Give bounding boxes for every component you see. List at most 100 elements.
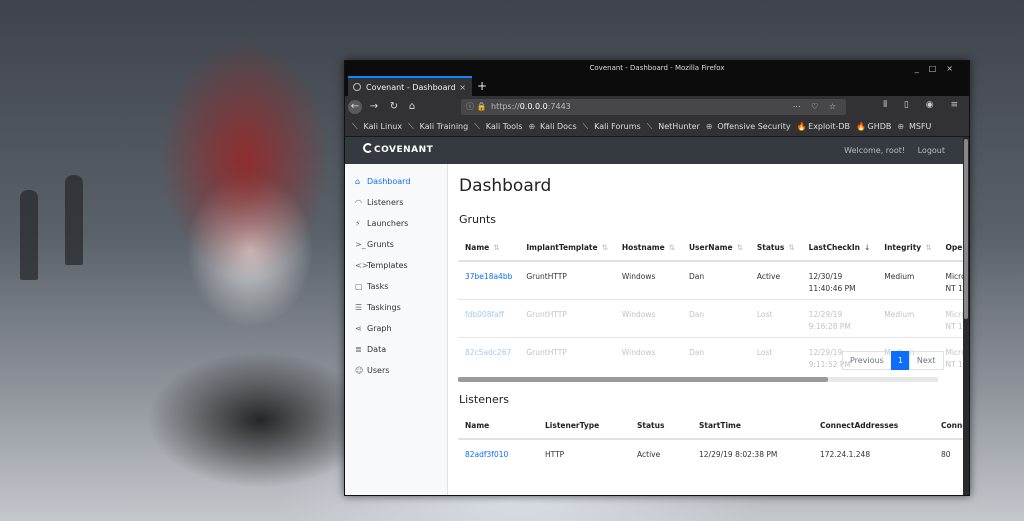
page-title: Dashboard bbox=[459, 176, 552, 196]
column-header-operat[interactable]: Operat bbox=[938, 234, 963, 262]
logout-link[interactable]: Logout bbox=[918, 146, 945, 155]
hostname-cell: Windows bbox=[614, 336, 682, 375]
connect-addresses-cell: 172.24.1.248 bbox=[813, 438, 934, 467]
column-header-listenertype[interactable]: ListenerType bbox=[538, 412, 630, 440]
users-icon: ☺ bbox=[355, 366, 364, 375]
sidebar-item-dashboard[interactable]: ⌂ Dashboard bbox=[345, 171, 447, 192]
grunt-link[interactable]: 37be18a4bb bbox=[465, 272, 512, 281]
grunts-horizontal-scrollbar[interactable] bbox=[458, 377, 938, 382]
tab-label: Covenant - Dashboard bbox=[366, 83, 456, 92]
column-header-connectport[interactable]: ConnectPort bbox=[934, 412, 963, 440]
reload-button[interactable]: ↻ bbox=[387, 100, 401, 114]
start-time-cell: 12/29/19 8:02:38 PM bbox=[692, 438, 813, 467]
column-header-name[interactable]: Name ⇅ bbox=[458, 234, 520, 262]
box-icon: ▢ bbox=[355, 282, 363, 291]
grunt-link[interactable]: fdb008faff bbox=[465, 310, 504, 319]
headphones-icon: ◠ bbox=[355, 198, 362, 207]
grunt-link[interactable]: 82c5adc267 bbox=[465, 348, 511, 357]
column-header-status[interactable]: Status bbox=[630, 412, 692, 440]
grunt-name-cell: 82c5adc267 bbox=[458, 336, 520, 375]
sidebar-item-label: Taskings bbox=[367, 303, 401, 312]
main-content: Dashboard Grunts Name ⇅ ImplantTemplate ⇅ Ho… bbox=[458, 164, 963, 495]
bookmark-offensive-security[interactable]: ⊕ Offensive Security bbox=[706, 118, 791, 136]
bookmark-nethunter[interactable]: ⟍ NetHunter bbox=[647, 118, 700, 136]
bookmark-msfu[interactable]: ⊕ MSFU bbox=[897, 118, 931, 136]
sort-icon: ⇅ bbox=[925, 242, 932, 252]
scrollbar-thumb[interactable] bbox=[964, 139, 968, 319]
column-header-status[interactable]: Status ⇅ bbox=[749, 234, 802, 262]
bookmark-kali-forums[interactable]: ⟍ Kali Forums bbox=[583, 118, 641, 136]
grunt-name-cell: 37be18a4bb bbox=[458, 260, 520, 299]
last-checkin-cell: 12/30/19 11:40:46 PM bbox=[801, 260, 878, 299]
sidebar-item-grunts[interactable]: >_Grunts bbox=[345, 234, 447, 255]
bookmark-kali-docs[interactable]: ⊕ Kali Docs bbox=[528, 118, 576, 136]
sidebar-item-tasks[interactable]: ▢ Tasks bbox=[345, 276, 447, 297]
bookmark-ghdb[interactable]: 🔥 GHDB bbox=[856, 118, 891, 136]
sidebar-item-graph[interactable]: ⋖ Graph bbox=[345, 318, 447, 339]
window-controls[interactable]: _□× bbox=[915, 61, 963, 76]
tab-covenant-dashboard[interactable]: Covenant - Dashboard × bbox=[348, 76, 472, 96]
listener-link[interactable]: 82adf3f010 bbox=[465, 450, 508, 459]
os-line: Micros bbox=[945, 347, 964, 357]
bookmark-exploit-db[interactable]: 🔥 Exploit-DB bbox=[797, 118, 850, 136]
sidebar-item-taskings[interactable]: ☰ Taskings bbox=[345, 297, 447, 318]
covenant-logo[interactable]: COVENANT bbox=[363, 143, 433, 158]
url-port: :7443 bbox=[547, 102, 571, 111]
forward-button[interactable]: → bbox=[367, 100, 381, 114]
column-header-integrity[interactable]: Integrity ⇅ bbox=[877, 234, 939, 262]
close-tab-icon[interactable]: × bbox=[459, 78, 466, 98]
listener-type-cell: HTTP bbox=[538, 438, 630, 467]
bookmark-kali-linux[interactable]: ⟍ Kali Linux bbox=[352, 118, 402, 136]
page-1-button[interactable]: 1 bbox=[890, 351, 910, 370]
url-bar[interactable]: ⓘ 🔒 https://0.0.0.0:7443 ⋯ ♡ ☆ bbox=[461, 99, 846, 115]
navigation-toolbar: ← → ↻ ⌂ ⓘ 🔒 https://0.0.0.0:7443 ⋯ ♡ ☆ ⫴… bbox=[345, 96, 969, 118]
checkin-time: 11:40:46 PM bbox=[808, 284, 856, 293]
column-header-connectaddresses[interactable]: ConnectAddresses bbox=[813, 412, 934, 440]
os-line: NT 10. bbox=[945, 359, 964, 369]
window-titlebar: Covenant - Dashboard - Mozilla Firefox _… bbox=[345, 61, 969, 76]
os-line: NT 10. bbox=[945, 284, 964, 293]
sidebar-item-data[interactable]: ≣ Data bbox=[345, 339, 447, 360]
sidebar-item-listeners[interactable]: ◠ Listeners bbox=[345, 192, 447, 213]
column-header-implanttemplate[interactable]: ImplantTemplate ⇅ bbox=[519, 234, 615, 262]
page-vertical-scrollbar[interactable] bbox=[963, 137, 969, 495]
integrity-cell: Medium bbox=[877, 260, 939, 299]
checkin-time: 9:16:28 PM bbox=[808, 321, 851, 331]
listeners-table: Name ListenerType Status StartTime ConnectAd… bbox=[458, 412, 963, 467]
os-line: Micros bbox=[945, 309, 964, 319]
database-icon: ≣ bbox=[355, 345, 362, 354]
integrity-cell: Medium bbox=[877, 298, 939, 337]
username-cell: Dan bbox=[681, 298, 750, 337]
bookmark-kali-tools[interactable]: ⟍ Kali Tools bbox=[474, 118, 522, 136]
sidebar-item-templates[interactable]: <>Templates bbox=[345, 255, 447, 276]
bookmark-label: MSFU bbox=[906, 122, 932, 131]
exploitdb-icon: 🔥 bbox=[856, 122, 866, 131]
page-actions-icons[interactable]: ⋯ ♡ ☆ bbox=[793, 99, 840, 115]
column-header-hostname[interactable]: Hostname ⇅ bbox=[614, 234, 682, 262]
bookmark-label: NetHunter bbox=[655, 122, 700, 131]
sidebar-item-users[interactable]: ☺ Users bbox=[345, 360, 447, 381]
sidebar-item-label: Launchers bbox=[367, 219, 409, 228]
site-info-lock-icon[interactable]: ⓘ 🔒 bbox=[466, 99, 487, 115]
back-button[interactable]: ← bbox=[348, 100, 362, 114]
bookmark-kali-training[interactable]: ⟍ Kali Training bbox=[408, 118, 468, 136]
column-header-name[interactable]: Name bbox=[458, 412, 538, 440]
library-sidebar-menu-icons[interactable]: ⫴ ▯ ◉ ≡ bbox=[883, 100, 965, 110]
checkin-date: 12/29/19 bbox=[808, 309, 843, 319]
home-button[interactable]: ⌂ bbox=[405, 100, 419, 114]
sidebar-item-label: Grunts bbox=[367, 240, 394, 249]
scrollbar-thumb[interactable] bbox=[458, 377, 828, 382]
new-tab-button[interactable]: + bbox=[477, 76, 487, 96]
next-page-button[interactable]: Next bbox=[908, 351, 944, 370]
column-header-username[interactable]: UserName ⇅ bbox=[681, 234, 750, 262]
bookmark-label: Kali Tools bbox=[483, 122, 523, 131]
os-line: Micros bbox=[945, 272, 964, 281]
status-cell: Active bbox=[630, 438, 692, 467]
sidebar-item-launchers[interactable]: ⚡ Launchers bbox=[345, 213, 447, 234]
column-header-starttime[interactable]: StartTime bbox=[692, 412, 813, 440]
grunt-row: 37be18a4bb GruntHTTP Windows Dan Active 12/30… bbox=[458, 260, 964, 299]
listeners-heading: Listeners bbox=[459, 393, 509, 406]
column-header-lastcheckin[interactable]: LastCheckIn ↓ bbox=[801, 234, 878, 262]
previous-page-button[interactable]: Previous bbox=[842, 351, 892, 370]
covenant-logo-icon bbox=[363, 143, 373, 153]
